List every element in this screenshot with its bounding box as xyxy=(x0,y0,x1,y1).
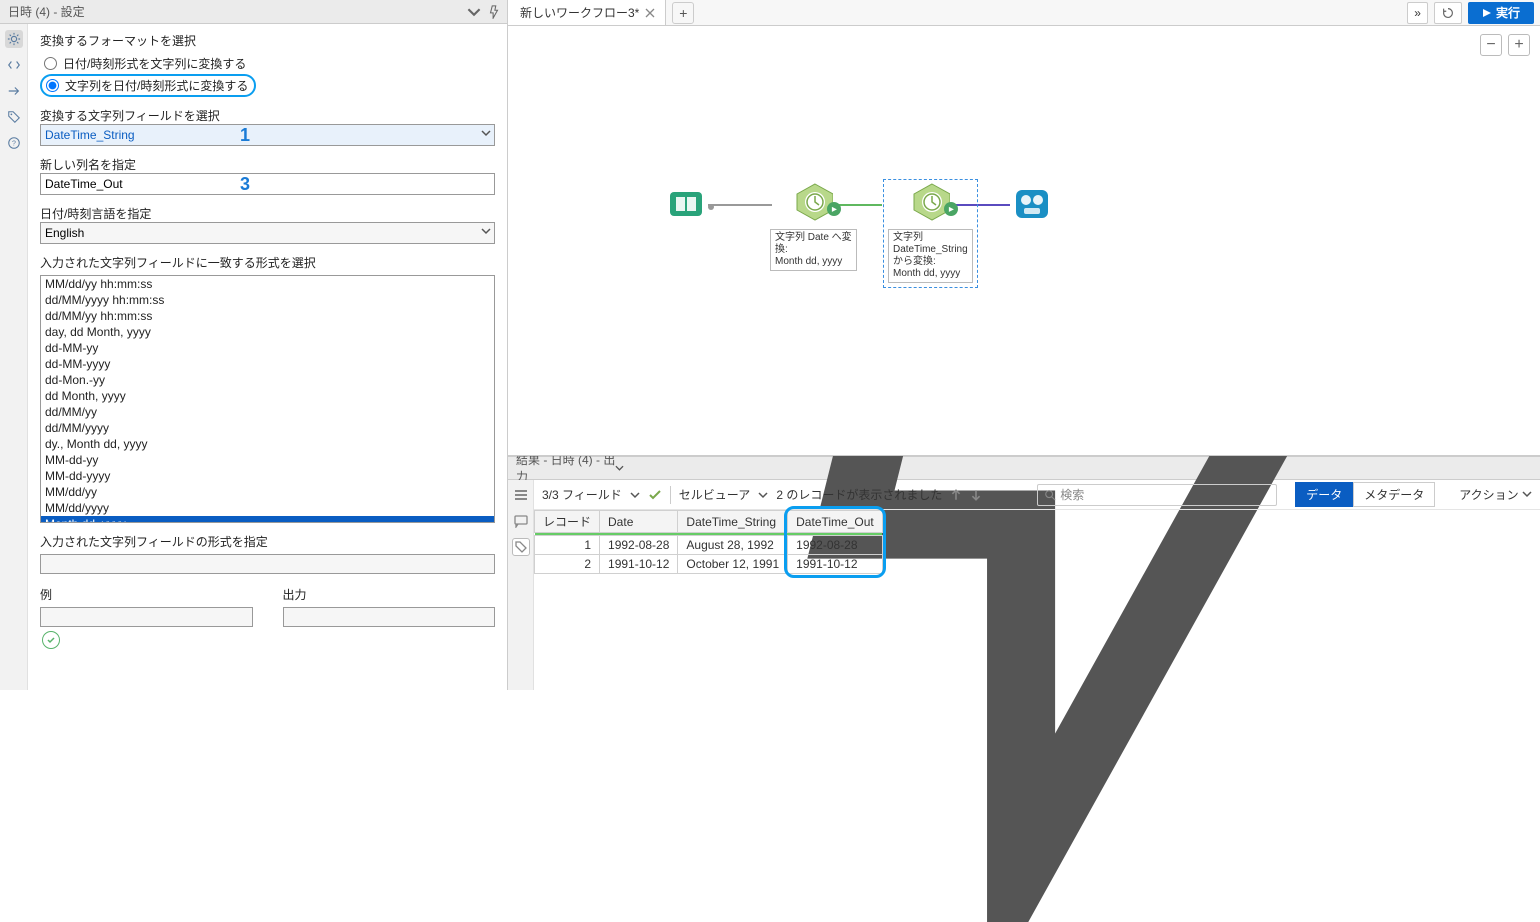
output-display xyxy=(283,607,496,627)
svg-text:?: ? xyxy=(12,141,16,148)
section-field-label: 変換する文字列フィールドを選択 xyxy=(40,107,495,124)
cellviewer-label[interactable]: セルビューア xyxy=(679,486,751,503)
format-spec-input[interactable] xyxy=(40,554,495,574)
section-lang-label: 日付/時刻言語を指定 xyxy=(40,205,495,222)
caret-down-icon[interactable] xyxy=(630,490,640,500)
config-panel-header: 日時 (4) - 設定 xyxy=(0,0,507,24)
zoom-in-button[interactable]: + xyxy=(1508,34,1530,56)
results-table[interactable]: レコードDateDateTime_StringDateTime_Out 11992… xyxy=(534,510,883,574)
lang-select[interactable] xyxy=(40,222,495,244)
format-option[interactable]: dd Month, yyyy xyxy=(41,388,494,404)
radio-str-to-dt[interactable]: 文字列を日付/時刻形式に変換する xyxy=(40,74,256,97)
format-option[interactable]: MM/dd/yy hh:mm:ss xyxy=(41,276,494,292)
tab-metadata[interactable]: メタデータ xyxy=(1353,482,1435,507)
caret-down-icon[interactable] xyxy=(758,490,768,500)
workflow-tab-label: 新しいワークフロー3* xyxy=(520,4,639,21)
sidebar-config-icon[interactable] xyxy=(5,30,23,48)
pin-icon[interactable] xyxy=(487,5,501,19)
action-dropdown[interactable]: アクション xyxy=(1459,486,1532,503)
format-option[interactable]: dd/MM/yyyy xyxy=(41,420,494,436)
workflow-canvas[interactable]: − + ▸ 文字列 Date へ変換:Month dd, yyyy ▸ 文字列D… xyxy=(508,26,1540,456)
arrow-up-icon[interactable] xyxy=(950,489,962,501)
results-msg-icon[interactable] xyxy=(512,512,530,530)
col-header[interactable]: レコード xyxy=(535,511,600,533)
format-option[interactable]: MM-dd-yyyy xyxy=(41,468,494,484)
format-option[interactable]: dd-MM-yy xyxy=(41,340,494,356)
format-option[interactable]: dd-MM-yyyy xyxy=(41,356,494,372)
results-header: 結果 - 日時 (4) - 出力 xyxy=(508,456,1540,480)
format-option[interactable]: MM/dd/yy xyxy=(41,484,494,500)
node-browse[interactable] xyxy=(1012,186,1052,225)
section-newcol-label: 新しい列名を指定 xyxy=(40,156,495,173)
format-option[interactable]: MM-dd-yy xyxy=(41,452,494,468)
format-option[interactable]: dy., Month dd, yyyy xyxy=(41,436,494,452)
fields-count[interactable]: 3/3 フィールド xyxy=(542,486,622,503)
col-header[interactable]: DateTime_String xyxy=(678,511,788,533)
radio-dt-to-str[interactable]: 日付/時刻形式を文字列に変換する xyxy=(40,53,495,74)
output-label: 出力 xyxy=(283,586,496,603)
records-shown: 2 のレコードが表示されました xyxy=(776,486,942,503)
annotation-3: 3 xyxy=(240,174,250,195)
results-search[interactable]: 検索 xyxy=(1037,484,1277,506)
search-icon xyxy=(1044,489,1056,501)
newcol-input[interactable] xyxy=(40,173,495,195)
node-label: 文字列 Date へ変換:Month dd, yyyy xyxy=(770,229,857,271)
field-select[interactable] xyxy=(40,124,495,146)
col-header[interactable]: DateTime_Out xyxy=(788,511,883,533)
format-option[interactable]: MM/dd/yyyy xyxy=(41,500,494,516)
config-panel: 日時 (4) - 設定 ? 変換するフォーマットを選択 日付/時刻形式を文字列に… xyxy=(0,0,508,690)
format-listbox[interactable]: MM/dd/yy hh:mm:ssdd/MM/yyyy hh:mm:ssdd/M… xyxy=(40,275,495,523)
node-input[interactable] xyxy=(666,186,706,225)
section-match-label: 入力された文字列フィールドに一致する形式を選択 xyxy=(40,254,495,271)
check-icon[interactable] xyxy=(648,488,662,502)
table-row[interactable]: 11992-08-28August 28, 19921992-08-28 xyxy=(535,536,883,555)
format-option[interactable]: dd/MM/yyyy hh:mm:ss xyxy=(41,292,494,308)
chevron-down-icon[interactable] xyxy=(615,463,624,473)
config-panel-title: 日時 (4) - 設定 xyxy=(8,3,85,20)
col-header[interactable]: Date xyxy=(600,511,678,533)
results-list-icon[interactable] xyxy=(512,486,530,504)
sidebar-tag-icon[interactable] xyxy=(5,108,23,126)
format-option[interactable]: dd/MM/yy hh:mm:ss xyxy=(41,308,494,324)
annotation-1: 1 xyxy=(240,125,250,146)
chevron-down-icon[interactable] xyxy=(467,5,481,19)
node-label: 文字列DateTime_Stringから変換:Month dd, yyyy xyxy=(888,229,973,283)
results-out-icon[interactable] xyxy=(512,538,530,556)
table-row[interactable]: 21991-10-12October 12, 19911991-10-12 xyxy=(535,555,883,574)
play-badge-icon: ▸ xyxy=(827,202,841,216)
node-convert-2[interactable]: ▸ 文字列DateTime_Stringから変換:Month dd, yyyy xyxy=(888,184,973,283)
format-option[interactable]: dd-Mon.-yy xyxy=(41,372,494,388)
results-sidebar xyxy=(508,480,534,690)
example-label: 例 xyxy=(40,586,253,603)
arrow-down-icon[interactable] xyxy=(970,489,982,501)
format-option[interactable]: dd/MM/yy xyxy=(41,404,494,420)
zoom-out-button[interactable]: − xyxy=(1480,34,1502,56)
format-option[interactable]: Month dd, yyyy xyxy=(41,516,494,523)
play-badge-icon: ▸ xyxy=(944,202,958,216)
sidebar-xml-icon[interactable] xyxy=(5,56,23,74)
sidebar-help-icon[interactable]: ? xyxy=(5,134,23,152)
section-format-label: 変換するフォーマットを選択 xyxy=(40,32,495,49)
node-convert-1[interactable]: ▸ 文字列 Date へ変換:Month dd, yyyy xyxy=(770,184,857,271)
example-input[interactable] xyxy=(40,607,253,627)
results-toolbar: 3/3 フィールド セルビューア 2 のレコードが表示されました 検索 データ … xyxy=(534,480,1540,510)
section-fmtspec-label: 入力された文字列フィールドの形式を指定 xyxy=(40,533,495,550)
config-sidebar: ? xyxy=(0,24,28,690)
tab-data[interactable]: データ xyxy=(1295,482,1353,507)
sidebar-arrow-icon[interactable] xyxy=(5,82,23,100)
format-option[interactable]: day, dd Month, yyyy xyxy=(41,324,494,340)
status-ok-icon xyxy=(42,631,60,649)
